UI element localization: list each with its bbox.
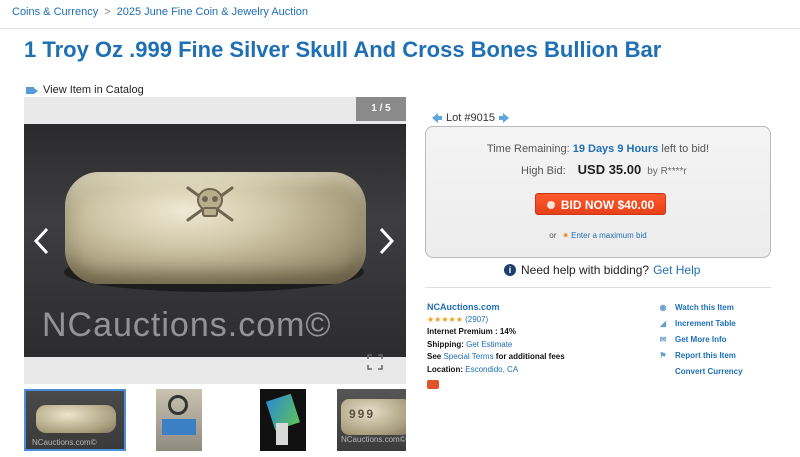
location-link[interactable]: Escondido, CA (465, 365, 518, 374)
max-bid-star-icon: ✷ (562, 231, 570, 240)
fullscreen-icon[interactable] (366, 353, 384, 371)
location-label: Location: (427, 364, 463, 374)
special-terms-link[interactable]: Special Terms (443, 352, 493, 361)
thumbnail-stamp: 999 (349, 407, 376, 421)
increment-table-link[interactable]: ◢ Increment Table (658, 316, 743, 332)
photo-watermark: NCauctions.com© (42, 306, 332, 344)
eye-icon: ◉ (659, 303, 667, 312)
max-bid-or: or (549, 231, 557, 240)
shipping-label: Shipping: (427, 339, 464, 349)
thumbnail-bar-image (36, 405, 116, 433)
lot-navigation: Lot #9015 (428, 112, 513, 124)
seller-info: NCAuctions.com ★★★★★ (2907) Internet Pre… (427, 301, 565, 394)
thumbnail-watermark: NCauctions.com© (341, 435, 406, 444)
premium-value: 14% (499, 327, 516, 336)
convert-currency-label: Convert Currency (675, 367, 743, 376)
report-item-label: Report this Item (675, 351, 736, 360)
bid-panel: Time Remaining: 19 Days 9 Hours left to … (425, 126, 771, 258)
convert-currency-link[interactable]: Convert Currency (658, 364, 743, 380)
time-remaining-label: Time Remaining: (486, 143, 570, 155)
thumbnail-card-image (162, 419, 196, 435)
terms-prefix: See (427, 352, 442, 361)
increment-icon: ◢ (659, 319, 667, 328)
thumbnail-watermark: NCauctions.com© (32, 438, 97, 447)
seller-badge-icon (427, 380, 439, 389)
view-in-catalog-label: View Item in Catalog (43, 84, 144, 96)
max-bid-row: or ✷ Enter a maximum bid (426, 231, 770, 240)
get-more-info-label: Get More Info (675, 335, 727, 344)
get-more-info-link[interactable]: ✉ Get More Info (658, 332, 743, 348)
premium-row: Internet Premium : 14% (427, 326, 565, 339)
rating-count[interactable]: (2907) (465, 315, 488, 324)
terms-row: See Special Terms for additional fees (427, 351, 565, 364)
high-bid-row: High Bid: USD 35.00 by R****r (521, 162, 687, 177)
breadcrumb: Coins & Currency >2025 June Fine Coin & J… (12, 6, 308, 18)
watch-item-label: Watch this Item (675, 303, 734, 312)
breadcrumb-link-category[interactable]: Coins & Currency (12, 6, 98, 18)
watch-item-link[interactable]: ◉ Watch this Item (658, 300, 743, 316)
high-bid-label: High Bid: (521, 165, 566, 177)
high-bidder: by R****r (647, 166, 687, 177)
thumbnail-ring-image (168, 395, 188, 415)
shipping-row: Shipping: Get Estimate (427, 339, 565, 352)
bid-now-label: BID NOW $40.00 (560, 198, 655, 212)
item-actions: ◉ Watch this Item ◢ Increment Table ✉ Get M… (658, 300, 743, 380)
time-remaining-suffix: left to bid! (661, 143, 710, 155)
thumbnail-2[interactable] (156, 389, 202, 451)
report-item-link[interactable]: ⚑ Report this Item (658, 348, 743, 364)
shipping-estimate-link[interactable]: Get Estimate (466, 340, 512, 349)
time-remaining-value: 19 Days 9 Hours (572, 143, 659, 155)
thumbnail-4[interactable]: 999 NCauctions.com© (337, 389, 406, 451)
next-image-arrow[interactable] (376, 226, 396, 256)
breadcrumb-link-auction[interactable]: 2025 June Fine Coin & Jewelry Auction (117, 6, 308, 18)
main-photo[interactable]: NCauctions.com© (24, 124, 406, 357)
max-bid-link[interactable]: Enter a maximum bid (571, 231, 647, 240)
skull-crossbones-icon (186, 186, 234, 222)
rating-stars-icon: ★★★★★ (427, 314, 463, 324)
seller-name-link[interactable]: NCAuctions.com (427, 301, 565, 314)
previous-lot-arrow-icon[interactable] (432, 113, 442, 123)
premium-label: Internet Premium : (427, 327, 498, 336)
bid-pin-icon (546, 201, 555, 209)
bidding-help: i Need help with bidding? Get Help (504, 263, 700, 277)
get-help-link[interactable]: Get Help (653, 263, 700, 277)
flag-icon: ⚑ (659, 351, 667, 360)
page-title: 1 Troy Oz .999 Fine Silver Skull And Cro… (24, 37, 662, 62)
bid-now-button[interactable]: BID NOW $40.00 (535, 193, 666, 215)
seller-rating: ★★★★★ (2907) (427, 314, 565, 327)
increment-table-label: Increment Table (675, 319, 736, 328)
breadcrumb-separator: > (104, 6, 111, 18)
next-lot-arrow-icon[interactable] (498, 113, 509, 123)
previous-image-arrow[interactable] (32, 226, 52, 256)
terms-suffix: for additional fees (495, 352, 565, 361)
location-row: Location: Escondido, CA (427, 364, 565, 377)
thumbnail-1[interactable]: NCauctions.com© (24, 389, 126, 451)
help-text: Need help with bidding? (521, 263, 650, 277)
panel-divider (425, 287, 771, 288)
image-counter: 1 / 5 (356, 97, 406, 121)
thumbnail-3[interactable] (260, 389, 306, 451)
thumbnail-figure-base (276, 423, 288, 445)
catalog-arrow-icon (26, 86, 38, 95)
breadcrumb-divider (0, 28, 800, 29)
time-remaining-row: Time Remaining: 19 Days 9 Hours left to … (426, 143, 770, 155)
view-in-catalog-link[interactable]: View Item in Catalog (26, 84, 144, 96)
thumbnail-strip: NCauctions.com© 999 NCauctions.com© (24, 389, 406, 451)
mail-icon: ✉ (659, 335, 667, 344)
info-icon: i (504, 264, 516, 276)
high-bid-amount: USD 35.00 (577, 162, 642, 177)
lot-number: Lot #9015 (446, 112, 495, 124)
